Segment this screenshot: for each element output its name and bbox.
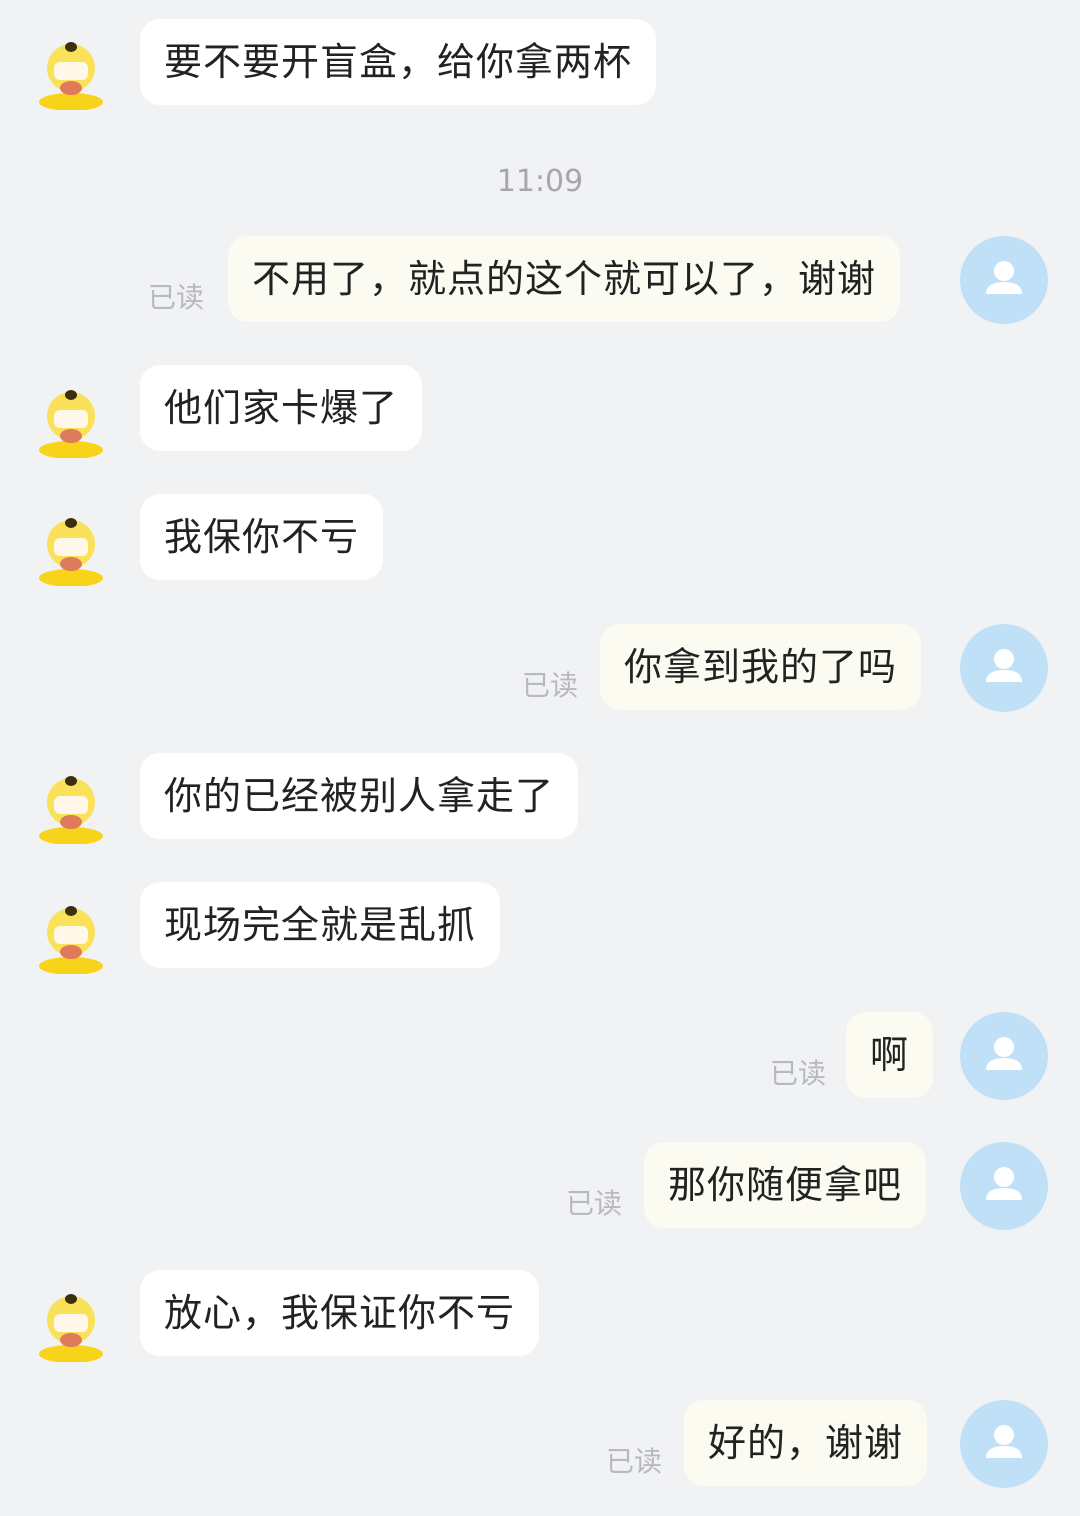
message-bubble[interactable]: 啊 [846,1012,934,1098]
message-bubble[interactable]: 放心，我保证你不亏 [140,1270,540,1356]
user-avatar-icon[interactable] [960,1400,1048,1488]
message-bubble[interactable]: 他们家卡爆了 [140,365,423,451]
contact-avatar-icon[interactable] [36,1284,106,1362]
contact-avatar-icon[interactable] [36,896,106,974]
timestamp: 11:09 [496,164,584,199]
contact-avatar-icon[interactable] [36,508,106,586]
read-receipt: 已读 [770,1057,827,1090]
contact-avatar-icon[interactable] [36,766,106,844]
contact-avatar-icon[interactable] [36,32,106,110]
message-bubble[interactable]: 现场完全就是乱抓 [140,882,501,968]
user-avatar-icon[interactable] [960,1142,1048,1230]
message-bubble[interactable]: 不用了，就点的这个就可以了，谢谢 [228,236,901,322]
user-avatar-icon[interactable] [960,1012,1048,1100]
user-avatar-icon[interactable] [960,624,1048,712]
contact-avatar-icon[interactable] [36,380,106,458]
message-bubble[interactable]: 你的已经被别人拿走了 [140,753,579,839]
message-bubble[interactable]: 好的，谢谢 [684,1400,928,1486]
read-receipt: 已读 [148,281,205,314]
user-avatar-icon[interactable] [960,236,1048,324]
read-receipt: 已读 [522,669,579,702]
chat-thread[interactable]: 要不要开盲盒，给你拿两杯 11:09 已读 不用了，就点的这个就可以了，谢谢 他… [0,0,1080,1516]
message-bubble[interactable]: 那你随便拿吧 [644,1142,927,1228]
message-bubble[interactable]: 你拿到我的了吗 [600,624,922,710]
read-receipt: 已读 [606,1445,663,1478]
message-bubble[interactable]: 要不要开盲盒，给你拿两杯 [140,19,657,105]
read-receipt: 已读 [566,1187,623,1220]
message-bubble[interactable]: 我保你不亏 [140,494,384,580]
